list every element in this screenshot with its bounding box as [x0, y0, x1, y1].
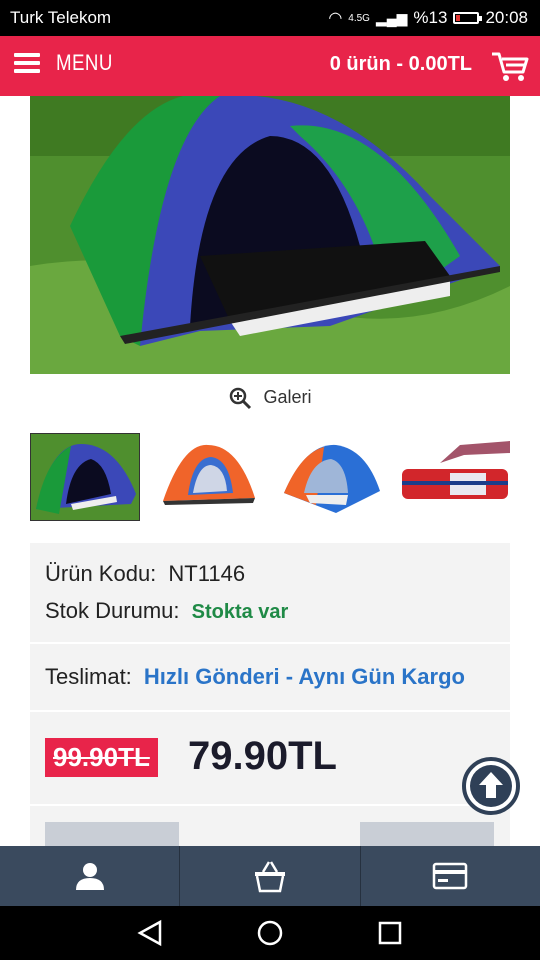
back-icon[interactable] [137, 919, 162, 947]
thumbnail-4[interactable] [400, 433, 510, 521]
arrow-up-icon [470, 765, 512, 807]
carrier-name: Turk Telekom [10, 8, 112, 27]
clock: 20:08 [485, 8, 528, 27]
account-tab[interactable] [0, 846, 181, 906]
gallery-label: Galeri [263, 386, 312, 407]
cart-icon[interactable] [490, 48, 530, 84]
stock-status: Stokta var [191, 601, 289, 623]
bottom-nav [0, 846, 540, 906]
new-price: 79.90TL [188, 734, 337, 778]
old-price: 99.90TL [45, 738, 158, 777]
menu-label: MENU [56, 50, 113, 75]
thumbnail-strip [30, 433, 510, 521]
product-code-label: Ürün Kodu: [45, 561, 157, 586]
gallery-link[interactable]: Galeri [0, 386, 540, 410]
thumbnail-2[interactable] [153, 433, 263, 521]
hamburger-icon [14, 53, 40, 73]
delivery-row: Teslimat: Hızlı Gönderi - Aynı Gün Kargo [30, 644, 510, 712]
stock-label: Stok Durumu: [45, 598, 180, 623]
product-info: Ürün Kodu: NT1146 Stok Durumu: Stokta va… [30, 543, 510, 852]
home-icon[interactable] [257, 920, 283, 946]
tent-photo [30, 96, 510, 374]
battery-percent: %13 [413, 8, 448, 27]
user-icon [75, 863, 104, 890]
delivery-value[interactable]: Hızlı Gönderi - Aynı Gün Kargo [144, 664, 465, 689]
recent-apps-icon[interactable] [378, 921, 402, 945]
status-bar: Turk Telekom ◠ 4.5G ▂▄▆ %13 20:08 [0, 0, 540, 36]
battery-icon [453, 12, 483, 24]
headset-icon: ◠ [328, 10, 343, 27]
basket-tab[interactable] [180, 846, 361, 906]
top-header: MENU 0 ürün - 0.00TL [0, 36, 540, 96]
product-code-stock: Ürün Kodu: NT1146 Stok Durumu: Stokta va… [30, 543, 510, 644]
menu-button[interactable]: MENU [14, 50, 123, 76]
thumbnail-3[interactable] [276, 433, 386, 521]
android-nav-bar [0, 906, 540, 960]
credit-card-icon [433, 862, 468, 890]
quantity-row [30, 806, 510, 852]
payment-tab[interactable] [361, 846, 540, 906]
delivery-label: Teslimat: [45, 664, 132, 689]
network-type: 4.5G [348, 12, 370, 24]
product-code-value: NT1146 [168, 561, 246, 586]
price-row: 99.90TL 79.90TL [30, 712, 510, 806]
product-main-image[interactable] [30, 96, 510, 374]
signal-icon: ▂▄▆ [375, 9, 408, 26]
back-to-top-button[interactable] [462, 757, 520, 815]
basket-icon [254, 861, 285, 893]
cart-summary[interactable]: 0 ürün - 0.00TL [330, 53, 472, 76]
thumbnail-1[interactable] [30, 433, 140, 521]
zoom-in-icon [230, 387, 252, 410]
